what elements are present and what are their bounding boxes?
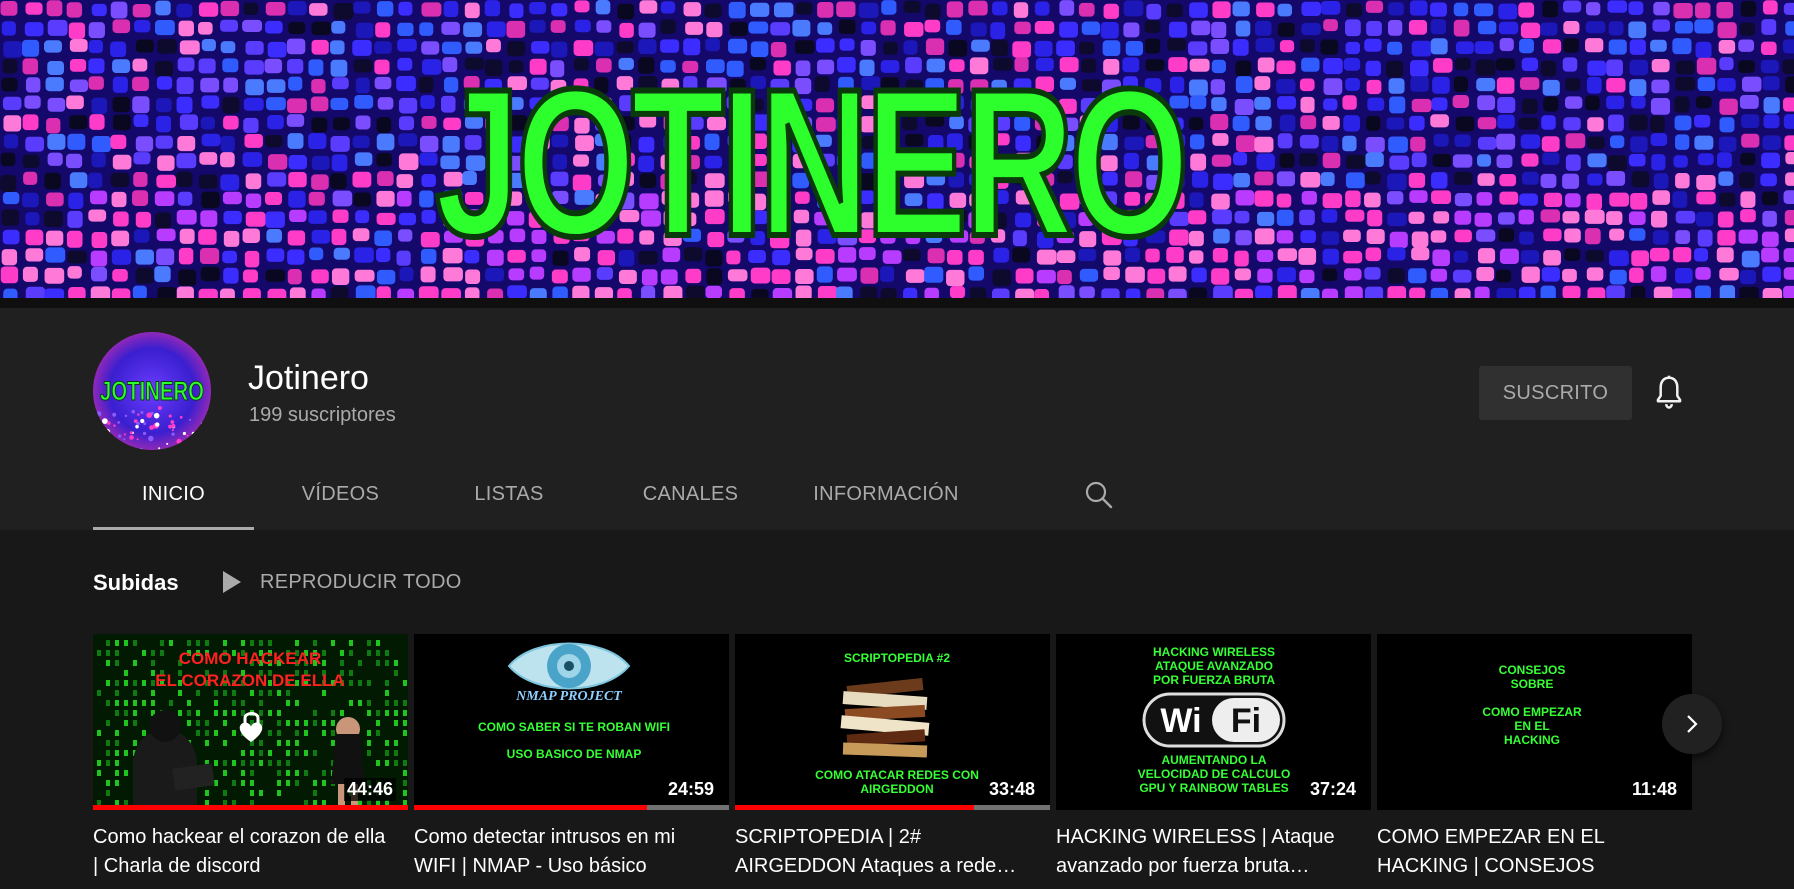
thumb-text: USO BASICO DE NMAP [507,747,642,761]
tab-canales[interactable]: CANALES [591,458,790,530]
thumb-text: SOBRE [1511,677,1554,691]
play-all-label: REPRODUCIR TODO [260,570,462,593]
chevron-right-icon [1687,715,1698,733]
thumb-text: CONSEJOS [1499,663,1566,677]
bell-icon[interactable] [1652,375,1686,411]
video-card[interactable]: HACKING WIRELESS ATAQUE AVANZADO POR FUE… [1056,634,1371,881]
video-title[interactable]: Como detectar intrusos en mi WIFI | NMAP… [414,823,714,881]
stained-glass-background: JOTINERO [0,0,1794,298]
avatar-logo-text: JOTINERO [100,376,204,406]
video-thumbnail[interactable]: NMAP PROJECT COMO SABER SI TE ROBAN WIFI… [414,634,729,810]
video-shelf: COMO HACKEAR EL CORAZON DE ELLA 44:46 Co… [93,634,1693,889]
channel-name: Jotinero [248,359,369,397]
avatar-image: JOTINERO [93,332,211,450]
shelf-title[interactable]: Subidas [93,570,179,596]
banner-logo-text: JOTINERO [435,45,1185,280]
subscriber-count: 199 suscriptores [249,404,396,426]
thumb-text: SCRIPTOPEDIA #2 [844,651,950,665]
watch-progress-fill [735,805,975,810]
video-title[interactable]: SCRIPTOPEDIA | 2# AIRGEDDON Ataques a re… [735,823,1035,881]
thumb-text: POR FUERZA BRUTA [1153,673,1275,687]
watch-progress-track [93,805,408,810]
thumb-text: VELOCIDAD DE CALCULO [1138,767,1291,781]
watch-progress-track [735,805,1050,810]
video-title[interactable]: HACKING WIRELESS | Ataque avanzado por f… [1056,823,1356,881]
thumb-text: NMAP PROJECT [515,689,623,704]
video-duration: 11:48 [1628,778,1680,801]
video-card[interactable]: SCRIPTOPEDIA #2 COMO ATACAR REDES CON AI… [735,634,1050,881]
video-thumbnail[interactable]: SCRIPTOPEDIA #2 COMO ATACAR REDES CON AI… [735,634,1050,810]
play-all-button[interactable]: REPRODUCIR TODO [222,566,462,598]
next-arrow-button[interactable] [1662,694,1722,754]
channel-content: Subidas REPRODUCIR TODO COMO HACKEAR EL … [0,530,1794,889]
thumb-text: HACKING WIRELESS [1153,645,1275,659]
video-card[interactable]: NMAP PROJECT COMO SABER SI TE ROBAN WIFI… [414,634,729,881]
watch-progress-fill [93,805,408,810]
video-duration: 33:48 [985,778,1038,801]
watch-progress-track [414,805,729,810]
channel-banner: JOTINERO [0,0,1794,298]
video-card[interactable]: CONSEJOS SOBRE COMO EMPEZAR EN EL HACKIN… [1377,634,1692,881]
subscribe-button[interactable]: SUSCRITO [1479,366,1632,420]
video-title[interactable]: COMO EMPEZAR EN EL HACKING | CONSEJOS [1377,823,1677,881]
video-thumbnail[interactable]: CONSEJOS SOBRE COMO EMPEZAR EN EL HACKIN… [1377,634,1692,810]
thumb-text: AUMENTANDO LA [1161,753,1266,767]
wifi-logo: Wi Fi [1142,692,1286,748]
search-icon[interactable] [1083,479,1115,511]
thumb-text: AIRGEDDON [860,782,933,796]
video-duration: 37:24 [1306,778,1359,801]
channel-header: JOTINERO Jotinero 199 suscriptores SUSCR… [0,308,1794,530]
video-thumbnail[interactable]: COMO HACKEAR EL CORAZON DE ELLA 44:46 [93,634,408,810]
channel-avatar[interactable]: JOTINERO [93,332,211,450]
thumb-text: COMO HACKEAR [179,649,322,668]
tab-inicio[interactable]: INICIO [93,458,254,530]
video-card[interactable]: COMO HACKEAR EL CORAZON DE ELLA 44:46 Co… [93,634,408,881]
tab-informacion[interactable]: INFORMACIÓN [790,458,982,530]
play-icon [223,571,241,593]
channel-tabs: INICIO VÍDEOS LISTAS CANALES INFORMACIÓN [93,458,982,530]
thumb-text: COMO SABER SI TE ROBAN WIFI [478,720,670,734]
svg-text:Wi: Wi [1160,702,1201,740]
video-thumbnail[interactable]: HACKING WIRELESS ATAQUE AVANZADO POR FUE… [1056,634,1371,810]
watch-progress-fill [414,805,648,810]
thumb-text: GPU Y RAINBOW TABLES [1139,781,1288,795]
tab-videos[interactable]: VÍDEOS [254,458,427,530]
tab-listas[interactable]: LISTAS [427,458,591,530]
thumb-text: COMO EMPEZAR [1482,705,1582,719]
thumb-text: EL CORAZON DE ELLA [155,671,345,690]
video-duration: 44:46 [343,778,396,801]
thumb-text: ATAQUE AVANZADO [1155,659,1273,673]
video-title[interactable]: Como hackear el corazon de ella | Charla… [93,823,393,881]
thumb-text: EN EL [1514,719,1549,733]
banner-divider [0,298,1794,308]
thumb-text: COMO ATACAR REDES CON [815,768,979,782]
svg-text:Fi: Fi [1231,702,1261,740]
video-duration: 24:59 [664,778,717,801]
thumb-text: HACKING [1504,733,1560,747]
